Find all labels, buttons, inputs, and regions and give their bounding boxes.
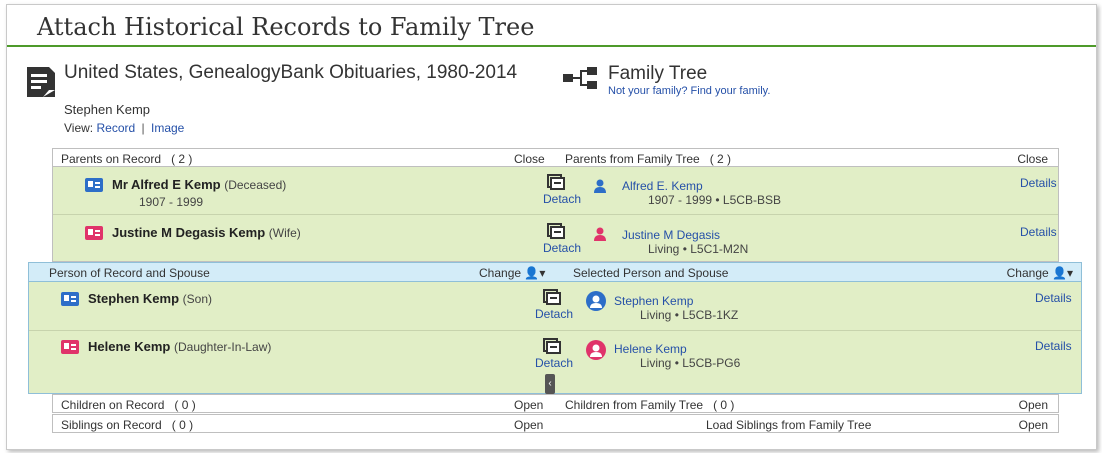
detach-button[interactable]: Detach bbox=[543, 241, 581, 255]
parents-record-close-button[interactable]: Close bbox=[514, 152, 545, 166]
tree-parent-info: Living • L5C1-M2N bbox=[648, 242, 749, 256]
male-avatar-icon bbox=[586, 291, 606, 311]
children-tree-header: Children from Family Tree ( 0 ) bbox=[565, 398, 735, 412]
view-label: View: bbox=[64, 121, 94, 135]
detach-button[interactable]: Detach bbox=[543, 192, 581, 206]
parents-record-header: Parents on Record ( 2 ) bbox=[61, 152, 193, 166]
record-spouse-name: Helene Kemp (Daughter-In-Law) bbox=[88, 339, 272, 354]
tree-spouse-info: Living • L5CB-PG6 bbox=[640, 356, 741, 370]
details-link[interactable]: Details bbox=[1035, 339, 1072, 353]
record-person-name: Stephen Kemp (Son) bbox=[88, 291, 212, 306]
tree-parent-name-link[interactable]: Alfred E. Kemp bbox=[622, 179, 703, 193]
male-record-card-icon bbox=[85, 178, 103, 192]
siblings-tree-open-button[interactable]: Open bbox=[1019, 418, 1048, 432]
page-title: Attach Historical Records to Family Tree bbox=[37, 13, 535, 41]
family-tree-icon bbox=[563, 67, 597, 89]
spouse-record-header: Person of Record and Spouse bbox=[49, 266, 210, 280]
tree-person-info: Living • L5CB-1KZ bbox=[640, 308, 739, 322]
detach-icon[interactable] bbox=[543, 338, 561, 354]
record-collection-title: United States, GenealogyBank Obituaries,… bbox=[64, 62, 518, 83]
spouse-tree-change-button[interactable]: Change 👤▾ bbox=[1007, 266, 1073, 280]
tree-parent-info: 1907 - 1999 • L5CB-BSB bbox=[648, 193, 781, 207]
view-record-link[interactable]: Record bbox=[96, 121, 135, 135]
tree-parent-name-link[interactable]: Justine M Degasis bbox=[622, 228, 720, 242]
details-link[interactable]: Details bbox=[1035, 291, 1072, 305]
detach-icon[interactable] bbox=[547, 174, 565, 190]
detach-icon[interactable] bbox=[547, 223, 565, 239]
children-record-header: Children on Record ( 0 ) bbox=[61, 398, 196, 412]
female-record-card-icon bbox=[61, 340, 79, 354]
spouse-tree-header: Selected Person and Spouse bbox=[573, 266, 729, 280]
view-links: View: Record | Image bbox=[64, 121, 184, 135]
title-bar: Attach Historical Records to Family Tree bbox=[7, 5, 1096, 47]
spouse-record-change-button[interactable]: Change 👤▾ bbox=[479, 266, 545, 280]
details-link[interactable]: Details bbox=[1020, 225, 1057, 239]
row-divider bbox=[29, 330, 1081, 331]
record-parent-name: Mr Alfred E Kemp (Deceased) bbox=[112, 177, 287, 192]
view-image-link[interactable]: Image bbox=[151, 121, 184, 135]
detach-icon[interactable] bbox=[543, 289, 561, 305]
female-person-icon bbox=[594, 227, 606, 241]
view-separator: | bbox=[141, 121, 145, 135]
siblings-header: Siblings on Record ( 0 ) Open Load Sibli… bbox=[52, 414, 1059, 433]
dialog-frame: Attach Historical Records to Family Tree… bbox=[6, 4, 1097, 450]
load-siblings-button[interactable]: Load Siblings from Family Tree bbox=[706, 418, 871, 432]
siblings-record-header: Siblings on Record ( 0 ) bbox=[61, 418, 194, 432]
row-divider bbox=[53, 214, 1058, 215]
record-person-name: Stephen Kemp bbox=[64, 102, 151, 117]
person-dropdown-icon: 👤▾ bbox=[524, 266, 546, 280]
person-dropdown-icon: 👤▾ bbox=[1052, 266, 1073, 280]
record-parent-name: Justine M Degasis Kemp (Wife) bbox=[112, 225, 301, 240]
details-link[interactable]: Details bbox=[1020, 176, 1057, 190]
detach-button[interactable]: Detach bbox=[535, 356, 573, 370]
parents-header: Parents on Record ( 2 ) Close Parents fr… bbox=[52, 148, 1059, 167]
children-header: Children on Record ( 0 ) Open Children f… bbox=[52, 394, 1059, 413]
detach-button[interactable]: Detach bbox=[535, 307, 573, 321]
parents-tree-header: Parents from Family Tree ( 2 ) bbox=[565, 152, 732, 166]
children-tree-open-button[interactable]: Open bbox=[1019, 398, 1048, 412]
tree-spouse-name-link[interactable]: Helene Kemp bbox=[614, 342, 687, 356]
male-person-icon bbox=[594, 179, 606, 193]
find-your-family-link[interactable]: Not your family? Find your family. bbox=[608, 85, 770, 97]
parents-rows: Mr Alfred E Kemp (Deceased) 1907 - 1999 … bbox=[52, 167, 1059, 262]
female-record-card-icon bbox=[85, 226, 103, 240]
document-icon bbox=[27, 67, 55, 97]
male-record-card-icon bbox=[61, 292, 79, 306]
record-parent-years: 1907 - 1999 bbox=[139, 195, 204, 209]
female-avatar-icon bbox=[586, 340, 606, 360]
parents-tree-close-button[interactable]: Close bbox=[1017, 152, 1048, 166]
siblings-record-open-button[interactable]: Open bbox=[514, 418, 543, 432]
tree-person-name-link[interactable]: Stephen Kemp bbox=[614, 294, 693, 308]
chevron-left-icon[interactable]: ‹ bbox=[545, 374, 555, 394]
spouse-rows: Stephen Kemp (Son) Detach Stephen Kemp L… bbox=[28, 282, 1082, 394]
tree-title: Family Tree bbox=[608, 63, 708, 84]
spouse-header: Person of Record and Spouse Change 👤▾ Se… bbox=[28, 262, 1082, 282]
children-record-open-button[interactable]: Open bbox=[514, 398, 543, 412]
